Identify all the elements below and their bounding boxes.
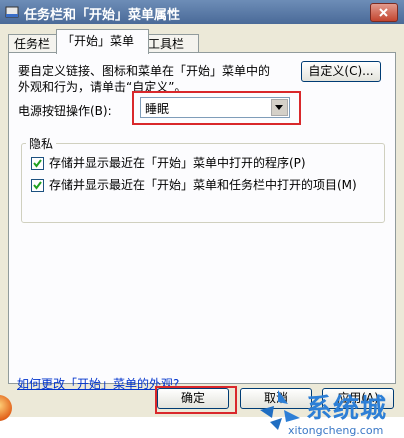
title-bar[interactable]: 任务栏和「开始」菜单属性 bbox=[0, 0, 404, 25]
close-icon bbox=[379, 8, 388, 17]
checkbox[interactable] bbox=[31, 179, 44, 192]
watermark-text: 系统城 bbox=[306, 394, 388, 424]
close-button[interactable] bbox=[370, 3, 398, 22]
customize-button[interactable]: 自定义(C)... bbox=[301, 61, 381, 82]
watermark-domain: xitongcheng.com bbox=[288, 424, 384, 437]
window-title: 任务栏和「开始」菜单属性 bbox=[24, 8, 181, 23]
tab-toolbars[interactable]: 工具栏 bbox=[142, 34, 199, 54]
watermark: 系统城 xitongcheng.com bbox=[250, 388, 400, 438]
checkbox-label: 存储并显示最近在「开始」菜单和任务栏中打开的项目(M) bbox=[49, 178, 357, 192]
tab-start-menu[interactable]: 「开始」菜单 bbox=[56, 29, 149, 54]
taskbar-icon bbox=[5, 6, 19, 18]
power-button-label: 电源按钮操作(B): bbox=[18, 104, 112, 118]
highlight-box bbox=[155, 386, 237, 414]
dialog-body: 任务栏 「开始」菜单 工具栏 要自定义链接、图标和菜单在「开始」菜单中的 外观和… bbox=[0, 24, 404, 437]
highlight-box bbox=[132, 91, 301, 125]
privacy-option-items[interactable]: 存储并显示最近在「开始」菜单和任务栏中打开的项目(M) bbox=[31, 176, 357, 193]
check-icon bbox=[33, 181, 42, 190]
privacy-group-title: 隐私 bbox=[26, 135, 57, 152]
privacy-option-programs[interactable]: 存储并显示最近在「开始」菜单中打开的程序(P) bbox=[31, 154, 306, 171]
checkbox-label: 存储并显示最近在「开始」菜单中打开的程序(P) bbox=[49, 156, 306, 170]
start-menu-panel: 要自定义链接、图标和菜单在「开始」菜单中的 外观和行为，请单击“自定义”。 自定… bbox=[8, 52, 396, 391]
check-icon bbox=[33, 159, 42, 168]
start-orb-icon bbox=[0, 395, 12, 421]
tab-taskbar[interactable]: 任务栏 bbox=[8, 34, 63, 54]
checkbox[interactable] bbox=[31, 157, 44, 170]
description-line: 要自定义链接、图标和菜单在「开始」菜单中的 bbox=[18, 64, 271, 78]
